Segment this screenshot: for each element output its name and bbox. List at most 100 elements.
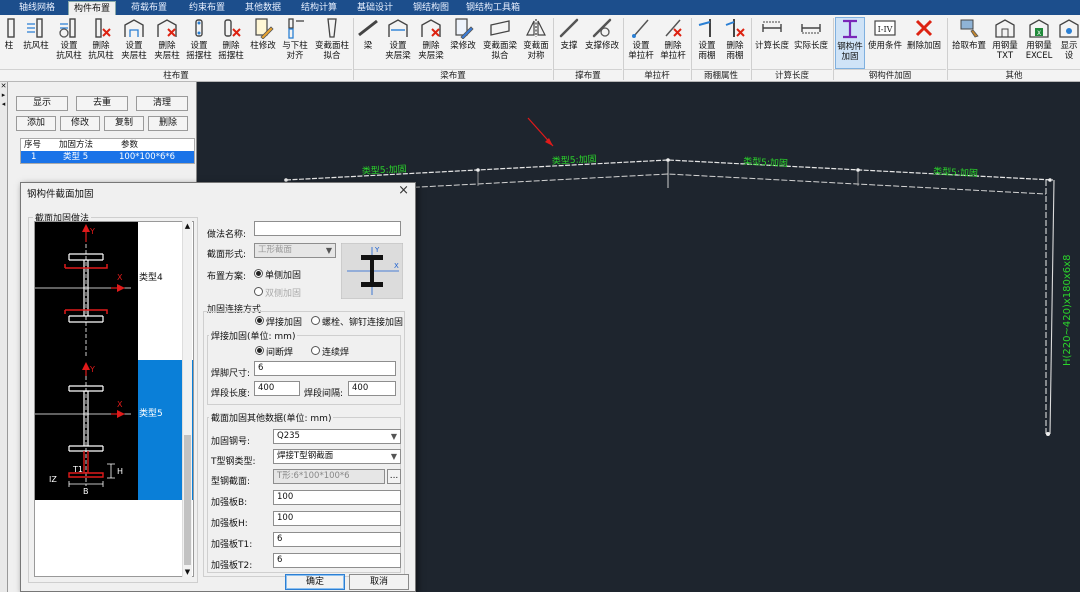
cell-params: 100*100*6*6 bbox=[119, 152, 176, 162]
weld-intermittent-radio[interactable]: 间断焊 bbox=[255, 345, 293, 358]
plate-t1-label: 加强板T1: bbox=[211, 540, 253, 550]
wind-column-label: 抗风柱 bbox=[23, 41, 49, 51]
plate-b-input[interactable]: 100 bbox=[273, 490, 401, 505]
modify-button[interactable]: 修改 bbox=[60, 116, 100, 131]
display-settings-button[interactable]: 显示设 bbox=[1058, 17, 1080, 69]
plate-t2-input[interactable]: 6 bbox=[273, 553, 401, 568]
delete-reinforce-button[interactable]: 删除加固 bbox=[905, 17, 943, 69]
scroll-up-icon[interactable]: ▲ bbox=[183, 221, 192, 231]
scheme-single-radio[interactable]: 单侧加固 bbox=[254, 268, 301, 281]
dedupe-button[interactable]: 去重 bbox=[76, 96, 128, 111]
list-item-type5[interactable]: Y X T1 H B IZ 类型5 bbox=[35, 360, 193, 500]
clear-button[interactable]: 清理 bbox=[136, 96, 188, 111]
close-icon[interactable]: × bbox=[398, 183, 409, 198]
tab-other-data[interactable]: 其他数据 bbox=[238, 1, 288, 15]
delete-canopy-button[interactable]: 删除 雨棚 bbox=[722, 17, 748, 69]
beam-button[interactable]: 梁 bbox=[356, 17, 380, 69]
add-button[interactable]: 添加 bbox=[16, 116, 56, 131]
tab-axis-grid[interactable]: 轴线网格 bbox=[6, 1, 68, 15]
delete-button[interactable]: 删除 bbox=[148, 116, 188, 131]
type4-x-axis: X bbox=[117, 273, 123, 282]
set-tie-rod-button[interactable]: 设置 单拉杆 bbox=[626, 17, 656, 69]
scroll-thumb[interactable] bbox=[184, 435, 191, 565]
set-mezzanine-column-button[interactable]: 设置 夹层柱 bbox=[118, 17, 150, 69]
set-wind-column-button[interactable]: 设置 抗风柱 bbox=[54, 17, 84, 69]
scheme-double-radio[interactable]: 双侧加固 bbox=[254, 286, 301, 299]
column-button[interactable]: 柱 bbox=[0, 17, 18, 69]
weld-size-input[interactable]: 6 bbox=[254, 361, 396, 376]
set-swing-column-button[interactable]: 设置 摇摆柱 bbox=[184, 17, 214, 69]
tab-member-layout[interactable]: 构件布置 bbox=[68, 1, 116, 15]
profile-input[interactable]: T形:6*100*100*6 bbox=[273, 469, 385, 484]
plate-t1-input[interactable]: 6 bbox=[273, 532, 401, 547]
wind-column-button[interactable]: 抗风柱 bbox=[20, 17, 52, 69]
section-form-select[interactable]: 工形截面 ▼ bbox=[254, 243, 336, 258]
tab-load-layout[interactable]: 荷载布置 bbox=[124, 1, 174, 15]
brace-button[interactable]: 支撑 bbox=[556, 17, 582, 69]
type-list[interactable]: Y X 类型4 Y X T1 H B IZ 类型5 bbox=[34, 221, 194, 577]
tsteel-type-select[interactable]: 焊接T型钢截面 ▼ bbox=[273, 449, 401, 464]
tab-steel-toolbox[interactable]: 钢结构工具箱 bbox=[462, 1, 524, 15]
profile-browse-button[interactable]: ... bbox=[387, 469, 401, 484]
steel-grade-select[interactable]: Q235 ▼ bbox=[273, 429, 401, 444]
column-edit-button[interactable]: 柱修改 bbox=[248, 17, 278, 69]
delete-wind-column-button[interactable]: 删除 抗风柱 bbox=[86, 17, 116, 69]
chevron-down-icon: ▼ bbox=[390, 432, 397, 441]
tsteel-type-label: T型钢类型: bbox=[211, 457, 256, 467]
section-reinforce-dialog: 钢构件截面加固 × 截面加固做法 Y X 类型4 Y X T1 H B IZ 类… bbox=[20, 182, 416, 592]
set-mezzanine-column-label: 设置 夹层柱 bbox=[121, 41, 147, 61]
tab-steel-drawing[interactable]: 钢结构图 bbox=[406, 1, 456, 15]
ok-button[interactable]: 确定 bbox=[285, 574, 345, 590]
dock-arrow-icon[interactable]: ▸ bbox=[0, 91, 7, 100]
tab-structural-calc[interactable]: 结构计算 bbox=[294, 1, 344, 15]
steel-reinforce-button[interactable]: 钢构件 加固 bbox=[835, 17, 865, 69]
type5-x-axis: X bbox=[117, 400, 123, 409]
calc-length-button[interactable]: 计算长度 bbox=[754, 17, 790, 69]
delete-mezzanine-column-button[interactable]: 删除 夹层柱 bbox=[152, 17, 182, 69]
show-button[interactable]: 显示 bbox=[16, 96, 68, 111]
delete-swing-column-button[interactable]: 删除 摇摆柱 bbox=[216, 17, 246, 69]
dock-arrow-icon[interactable]: ◂ bbox=[0, 100, 7, 109]
pin-icon[interactable]: ✕ bbox=[0, 82, 7, 91]
column-edit-label: 柱修改 bbox=[250, 41, 276, 51]
set-canopy-icon bbox=[698, 19, 711, 37]
tapered-symmetric-button[interactable]: 变截面 对称 bbox=[522, 17, 550, 69]
steel-excel-button[interactable]: X 用钢量 EXCEL bbox=[1022, 17, 1056, 69]
name-input[interactable] bbox=[254, 221, 401, 236]
steel-txt-button[interactable]: 用钢量 TXT bbox=[990, 17, 1020, 69]
set-mezzanine-beam-button[interactable]: 设置 夹层梁 bbox=[382, 17, 414, 69]
delete-mezzanine-beam-button[interactable]: 删除 夹层梁 bbox=[416, 17, 446, 69]
set-canopy-button[interactable]: 设置 雨棚 bbox=[694, 17, 720, 69]
cancel-button[interactable]: 取消 bbox=[349, 574, 409, 590]
copy-button[interactable]: 复制 bbox=[104, 116, 144, 131]
weld-length-input[interactable]: 400 bbox=[254, 381, 300, 396]
tapered-beam-fit-button[interactable]: 变截面梁 拟合 bbox=[480, 17, 520, 69]
tab-constraint-layout[interactable]: 约束布置 bbox=[182, 1, 232, 15]
delete-tie-rod-button[interactable]: 删除 单拉杆 bbox=[658, 17, 688, 69]
tab-foundation-design[interactable]: 基础设计 bbox=[350, 1, 400, 15]
actual-length-button[interactable]: 实际长度 bbox=[792, 17, 830, 69]
beam-edit-label: 梁修改 bbox=[450, 41, 476, 51]
delete-wind-column-icon bbox=[95, 18, 111, 38]
chevron-down-icon: ▼ bbox=[390, 452, 397, 461]
tapered-column-fit-button[interactable]: 变截面柱 拟合 bbox=[312, 17, 352, 69]
scroll-down-icon[interactable]: ▼ bbox=[183, 567, 192, 577]
list-item-type4[interactable]: Y X 类型4 bbox=[35, 222, 193, 360]
beam-edit-button[interactable]: 梁修改 bbox=[448, 17, 478, 69]
pick-layout-button[interactable]: 拾取布置 bbox=[950, 17, 988, 69]
connect-weld-radio[interactable]: 焊接加固 bbox=[255, 315, 302, 328]
table-row[interactable]: 1 类型 5 100*100*6*6 bbox=[21, 151, 194, 163]
condition-icon: I-IV bbox=[874, 20, 896, 36]
connect-bolt-radio[interactable]: 螺栓、铆钉连接加固 bbox=[311, 315, 403, 328]
type-list-scrollbar[interactable]: ▲ ▼ bbox=[182, 221, 192, 577]
beam-label-4: 类型5:加固 bbox=[933, 165, 978, 179]
brace-edit-button[interactable]: 支撑修改 bbox=[584, 17, 620, 69]
weld-gap-input[interactable]: 400 bbox=[348, 381, 396, 396]
align-lower-column-button[interactable]: 与下柱 对齐 bbox=[280, 17, 310, 69]
wind-column-icon bbox=[27, 18, 43, 38]
beam-group-label: 梁布置 bbox=[354, 69, 552, 81]
weld-continuous-radio[interactable]: 连续焊 bbox=[311, 345, 349, 358]
use-condition-button[interactable]: I-IV 使用条件 bbox=[867, 17, 903, 69]
plate-h-input[interactable]: 100 bbox=[273, 511, 401, 526]
i-beam-reinforce-icon bbox=[843, 19, 857, 39]
